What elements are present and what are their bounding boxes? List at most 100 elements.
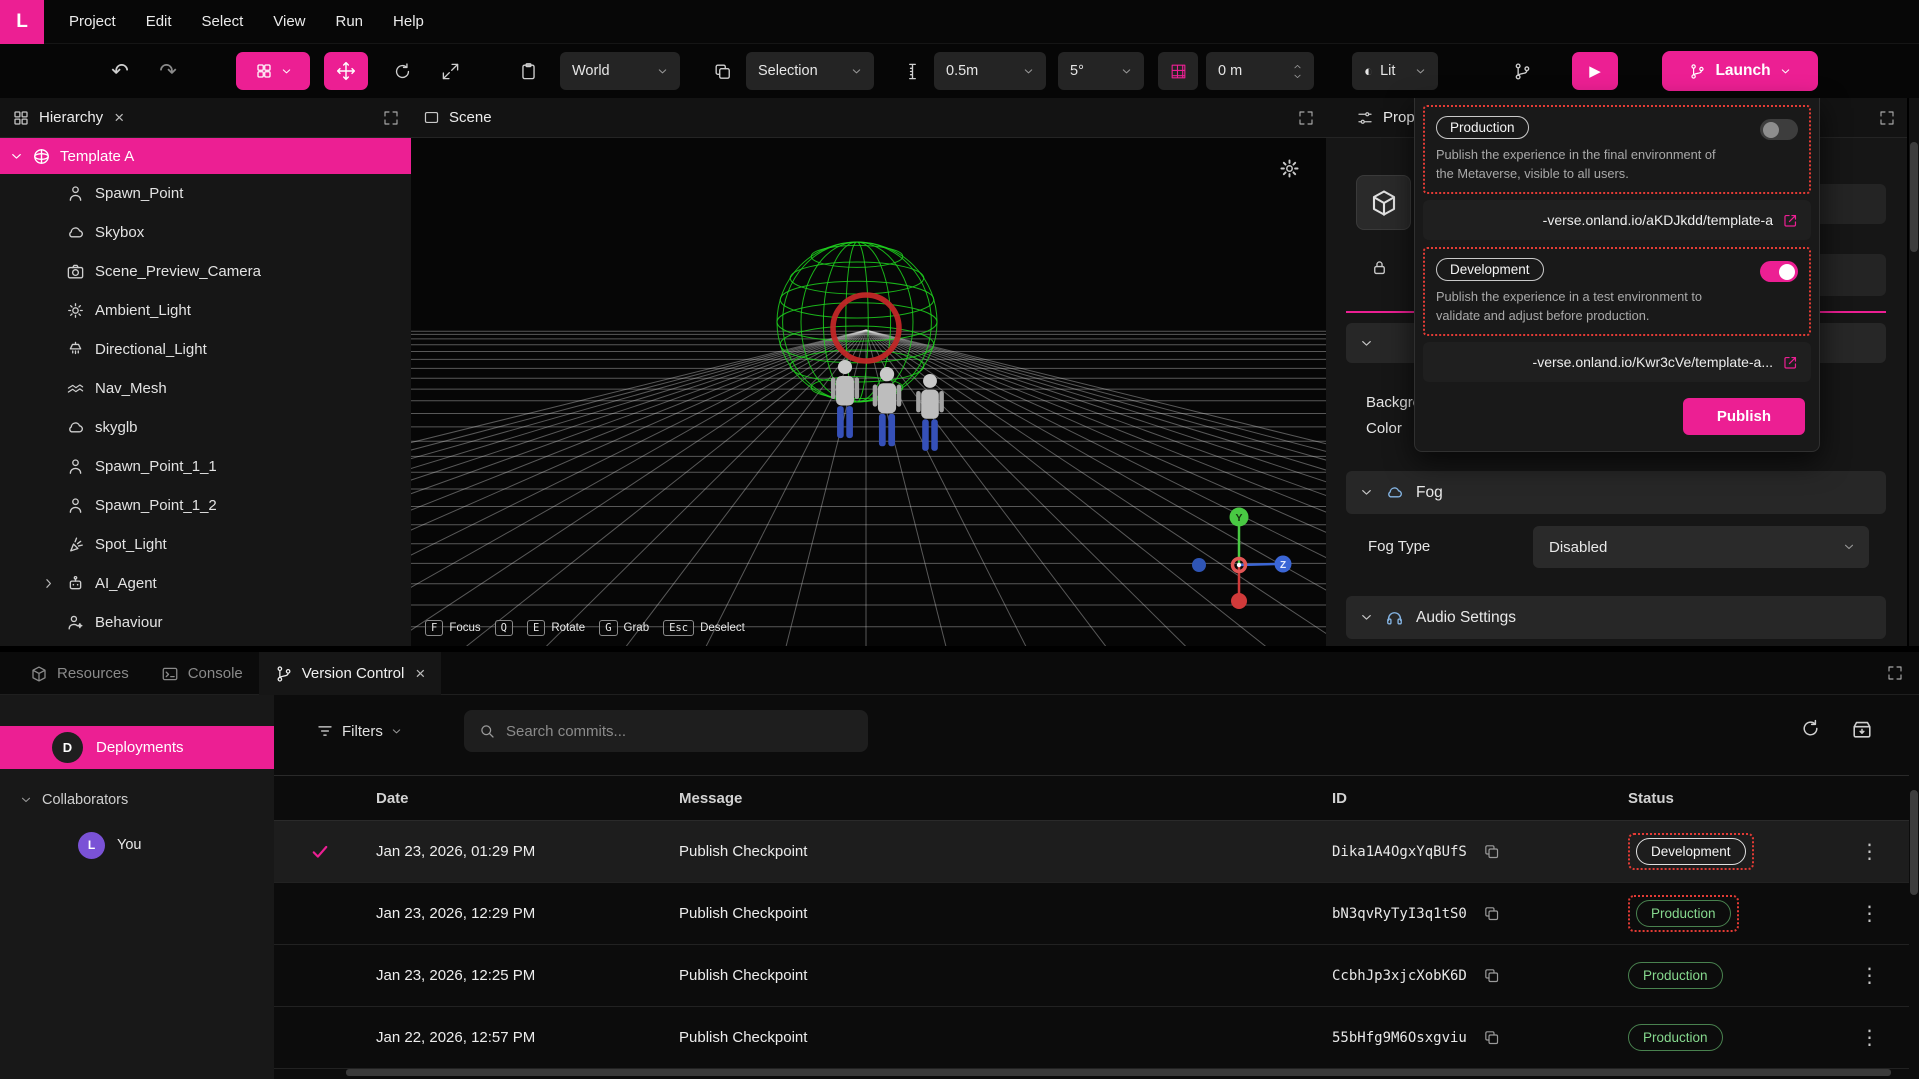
deploy-settings-button[interactable] <box>1851 718 1873 745</box>
fog-type-select[interactable]: Disabled <box>1533 526 1869 568</box>
app-logo[interactable]: L <box>0 0 44 44</box>
scene-tab[interactable]: Scene <box>449 109 492 126</box>
menu-view[interactable]: View <box>258 0 320 44</box>
cube-icon <box>1369 188 1399 218</box>
play-button[interactable]: ▶ <box>1572 52 1618 90</box>
column-header-status[interactable]: Status <box>1620 790 1830 807</box>
hierarchy-item-spot-light[interactable]: Spot_Light <box>0 525 411 564</box>
gear-icon <box>1279 158 1300 179</box>
scene-icon <box>423 109 440 126</box>
launch-icon <box>1689 63 1706 80</box>
chevron-down-icon <box>20 794 32 806</box>
scene-viewport[interactable]: Y Z FFocusQERotateGGrabEscDeselect <box>411 138 1326 646</box>
menu-select[interactable]: Select <box>187 0 259 44</box>
horizontal-scrollbar[interactable] <box>346 1069 1891 1076</box>
paste-button[interactable] <box>508 52 548 90</box>
viewport-settings-button[interactable] <box>1279 158 1300 184</box>
stepper-arrows[interactable] <box>1293 62 1302 81</box>
hierarchy-item-spawn-point-1-2[interactable]: Spawn_Point_1_2 <box>0 486 411 525</box>
move-tool-button[interactable] <box>324 52 368 90</box>
kebab-menu-icon[interactable]: ⋮ <box>1860 966 1880 986</box>
hierarchy-item-ambient-light[interactable]: Ambient_Light <box>0 291 411 330</box>
copy-icon <box>1483 843 1500 860</box>
chevron-down-icon <box>657 66 668 77</box>
menu-run[interactable]: Run <box>321 0 379 44</box>
commit-row[interactable]: Jan 23, 2026, 12:25 PM Publish Checkpoin… <box>274 945 1909 1007</box>
production-toggle[interactable] <box>1760 119 1798 140</box>
snap-grid-button[interactable] <box>1158 52 1198 90</box>
hierarchy-tab[interactable]: Hierarchy <box>39 109 103 126</box>
commit-row[interactable]: Jan 22, 2026, 12:57 PM Publish Checkpoin… <box>274 1007 1909 1069</box>
close-icon[interactable]: × <box>415 665 425 682</box>
copy-id-button[interactable] <box>1483 843 1500 860</box>
close-icon[interactable]: × <box>114 109 124 126</box>
copy-id-button[interactable] <box>1483 967 1500 984</box>
duplicate-button[interactable] <box>702 52 742 90</box>
column-header-id[interactable]: ID <box>1332 790 1620 807</box>
bottom-tabbar: Resources Console Version Control × <box>0 652 1919 695</box>
fullscreen-button[interactable] <box>1298 110 1314 126</box>
hierarchy-item-directional-light[interactable]: Directional_Light <box>0 330 411 369</box>
version-control-button[interactable] <box>1502 52 1542 90</box>
properties-scrollbar[interactable] <box>1910 142 1918 252</box>
selection-mode-select[interactable]: Selection <box>746 52 874 90</box>
annotation-box: Development <box>1628 833 1754 871</box>
copy-id-button[interactable] <box>1483 905 1500 922</box>
kebab-menu-icon[interactable]: ⋮ <box>1860 904 1880 924</box>
sidebar-item-you[interactable]: L You <box>0 827 274 863</box>
development-toggle[interactable] <box>1760 261 1798 282</box>
commits-scrollbar[interactable] <box>1910 790 1918 895</box>
entity-type-card[interactable] <box>1356 175 1411 230</box>
copy-id-button[interactable] <box>1483 1029 1500 1046</box>
undo-button[interactable]: ↶ <box>100 52 140 90</box>
fullscreen-button[interactable] <box>1887 665 1903 681</box>
hierarchy-item-scene-preview-camera[interactable]: Scene_Preview_Camera <box>0 252 411 291</box>
development-link-row[interactable]: -verse.onland.io/Kwr3cVe/template-a... <box>1423 342 1811 382</box>
rotate-tool-button[interactable] <box>382 52 422 90</box>
move-snap-select[interactable]: 0.5m <box>934 52 1046 90</box>
menu-help[interactable]: Help <box>378 0 439 44</box>
commit-row[interactable]: Jan 23, 2026, 01:29 PM Publish Checkpoin… <box>274 821 1909 883</box>
fullscreen-button[interactable] <box>1879 110 1895 126</box>
lock-icon[interactable] <box>1370 258 1389 277</box>
elevation-stepper[interactable]: 0 m <box>1206 52 1314 90</box>
tab-version-control[interactable]: Version Control × <box>259 652 442 695</box>
sidebar-item-collaborators[interactable]: Collaborators <box>0 783 274 817</box>
column-header-date[interactable]: Date <box>366 790 679 807</box>
kebab-menu-icon[interactable]: ⋮ <box>1860 1028 1880 1048</box>
shading-select[interactable]: ◐ Lit <box>1352 52 1438 90</box>
measure-button[interactable] <box>892 52 932 90</box>
search-input[interactable] <box>506 723 854 740</box>
tab-resources[interactable]: Resources <box>14 652 145 695</box>
view-mode-button[interactable] <box>236 52 310 90</box>
fog-section-header[interactable]: Fog <box>1346 471 1886 514</box>
filters-button[interactable]: Filters <box>316 722 402 740</box>
sidebar-item-deployments[interactable]: D Deployments <box>0 726 274 769</box>
rotate-snap-select[interactable]: 5° <box>1058 52 1144 90</box>
hierarchy-item-ai-agent[interactable]: AI_Agent <box>0 564 411 603</box>
hierarchy-item-skybox[interactable]: Skybox <box>0 213 411 252</box>
publish-button[interactable]: Publish <box>1683 398 1805 435</box>
hierarchy-item-spawn-point-1-1[interactable]: Spawn_Point_1_1 <box>0 447 411 486</box>
hierarchy-root-item[interactable]: Template A <box>0 138 411 174</box>
commits-table-header: DateMessageIDStatus <box>274 775 1909 821</box>
audio-section-header[interactable]: Audio Settings <box>1346 596 1886 639</box>
refresh-button[interactable] <box>1800 718 1821 744</box>
menu-project[interactable]: Project <box>54 0 131 44</box>
hierarchy-item-skyglb[interactable]: skyglb <box>0 408 411 447</box>
kebab-menu-icon[interactable]: ⋮ <box>1860 842 1880 862</box>
hierarchy-item-behaviour[interactable]: Behaviour <box>0 603 411 642</box>
fullscreen-button[interactable] <box>383 110 399 126</box>
hierarchy-item-nav-mesh[interactable]: Nav_Mesh <box>0 369 411 408</box>
column-header-message[interactable]: Message <box>679 790 1332 807</box>
scale-tool-button[interactable] <box>430 52 470 90</box>
launch-button[interactable]: Launch <box>1662 51 1818 91</box>
spawn-point-icon <box>66 184 85 203</box>
hierarchy-item-spawn-point[interactable]: Spawn_Point <box>0 174 411 213</box>
transform-space-select[interactable]: World <box>560 52 680 90</box>
menu-edit[interactable]: Edit <box>131 0 187 44</box>
tab-console[interactable]: Console <box>145 652 259 695</box>
production-link-row[interactable]: -verse.onland.io/aKDJkdd/template-a <box>1423 200 1811 240</box>
commit-row[interactable]: Jan 23, 2026, 12:29 PM Publish Checkpoin… <box>274 883 1909 945</box>
redo-button[interactable]: ↷ <box>148 52 188 90</box>
